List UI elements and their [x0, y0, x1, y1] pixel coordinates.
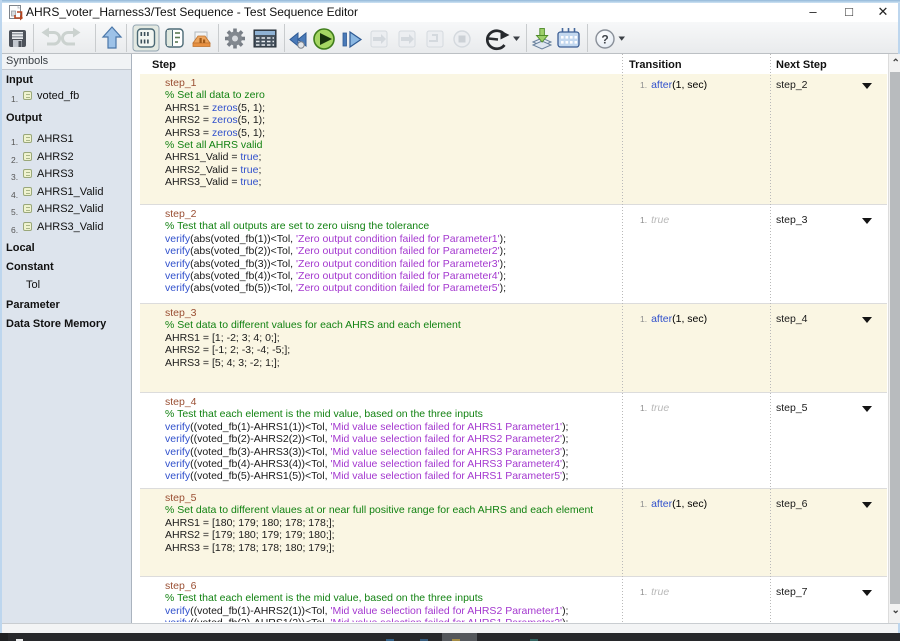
- svg-text:?: ?: [601, 33, 608, 47]
